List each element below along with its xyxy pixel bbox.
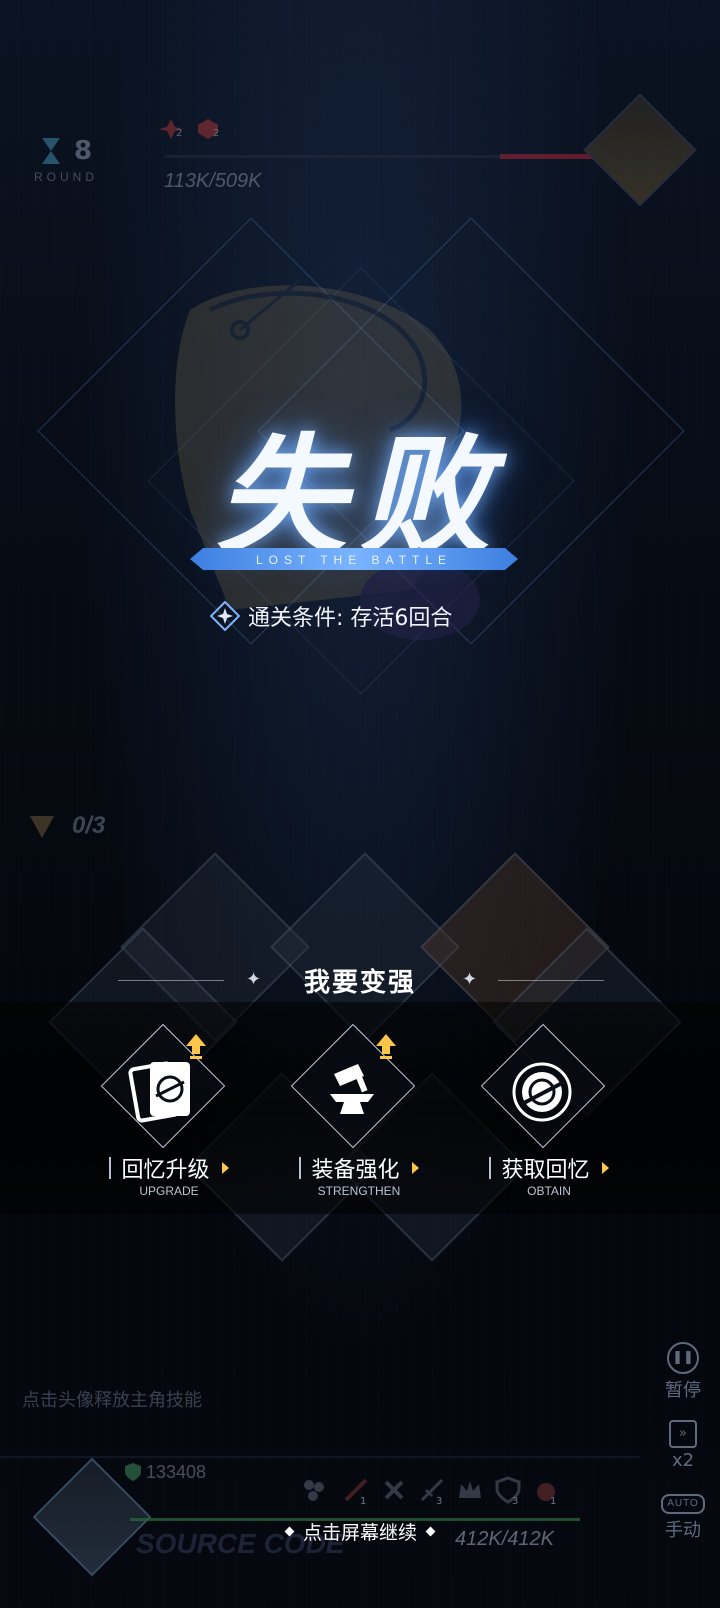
auto-badge: AUTO (661, 1494, 705, 1514)
pause-icon: ❚❚ (667, 1342, 699, 1374)
cluster-skill-icon (304, 1480, 324, 1501)
caret-right-icon (411, 1162, 419, 1174)
label-bar (489, 1157, 492, 1179)
progress-counter: 0/3 (72, 812, 106, 839)
lost-battle-subtitle: LOST THE BATTLE (255, 553, 453, 567)
option-label: 装备强化 (311, 1158, 400, 1183)
shield-icon (125, 1463, 141, 1481)
anvil-icon (330, 1064, 374, 1114)
option-label: 回忆升级 (121, 1158, 210, 1183)
buff-count: 2 (176, 128, 183, 139)
top-hud: 8 ROUND 2 2 113K/509K (0, 0, 720, 220)
diamond-bullet-icon (284, 1526, 295, 1537)
up-arrow-icon (376, 1034, 396, 1059)
skill-hint: 点击头像释放主角技能 (22, 1390, 202, 1411)
background-grid (0, 0, 720, 1608)
hourglass-icon (42, 138, 60, 164)
divider-line (498, 980, 604, 981)
clear-condition-text: 通关条件: 存活6回合 (248, 606, 453, 631)
label-bar (299, 1157, 302, 1179)
tool-skill-icon (384, 1480, 404, 1500)
speed-label: x2 (671, 1450, 695, 1471)
pause-button[interactable]: ❚❚ 暂停 (658, 1342, 708, 1402)
buff-count: 2 (213, 128, 220, 139)
boss-portrait (583, 93, 697, 207)
up-arrow-icon (186, 1034, 206, 1059)
fast-forward-icon: » (669, 1420, 697, 1448)
crown-skill-icon (459, 1481, 481, 1498)
skill-count: 1 (550, 1496, 557, 1507)
speed-button[interactable]: » x2 (658, 1420, 708, 1471)
enemy-hp-text: 113K/509K (164, 170, 262, 192)
option-label-row: 装备强化 (274, 1152, 444, 1184)
battle-result-screen[interactable]: 8 ROUND 2 2 113K/509K 失败 LOST THE BATTLE… (0, 0, 720, 1608)
skill-count: 1 (360, 1496, 367, 1507)
caret-right-icon (221, 1162, 229, 1174)
round-label: ROUND (34, 170, 98, 184)
memory-card-icon (128, 1061, 190, 1123)
skill-count: 3 (436, 1496, 443, 1507)
gacha-orb-icon (512, 1062, 572, 1122)
diamond-bullet-icon (425, 1526, 436, 1537)
become-stronger-title: 我要变强 (303, 968, 416, 998)
continue-text: 点击屏幕继续 (302, 1522, 417, 1544)
tap-to-continue[interactable]: 点击屏幕继续 (0, 1518, 720, 1545)
star-diamond-icon (210, 601, 240, 631)
upgrade-memory-button[interactable]: 回忆升级 UPGRADE (84, 1023, 254, 1202)
skill-count: 3 (512, 1496, 519, 1507)
enemy-hp-fill (500, 154, 592, 159)
caret-right-icon (601, 1162, 609, 1174)
round-number: 8 (74, 136, 93, 166)
option-sublabel: UPGRADE (139, 1184, 199, 1198)
option-label: 获取回忆 (501, 1158, 590, 1183)
shield-value: 133408 (146, 1462, 207, 1482)
option-sublabel: OBTAIN (527, 1184, 571, 1198)
obtain-memory-button[interactable]: 获取回忆 OBTAIN (464, 1023, 634, 1202)
pause-label: 暂停 (665, 1380, 701, 1401)
clear-condition: 通关条件: 存活6回合 (210, 600, 452, 632)
option-sublabel: STRENGTHEN (317, 1184, 401, 1198)
option-label-row: 回忆升级 (84, 1152, 254, 1184)
progress-triangle-icon (30, 816, 54, 838)
option-label-row: 获取回忆 (464, 1152, 634, 1184)
strengthen-equipment-button[interactable]: 装备强化 STRENGTHEN (274, 1023, 444, 1202)
label-bar (109, 1157, 112, 1179)
sparkle-icon: ✦ (462, 969, 478, 990)
